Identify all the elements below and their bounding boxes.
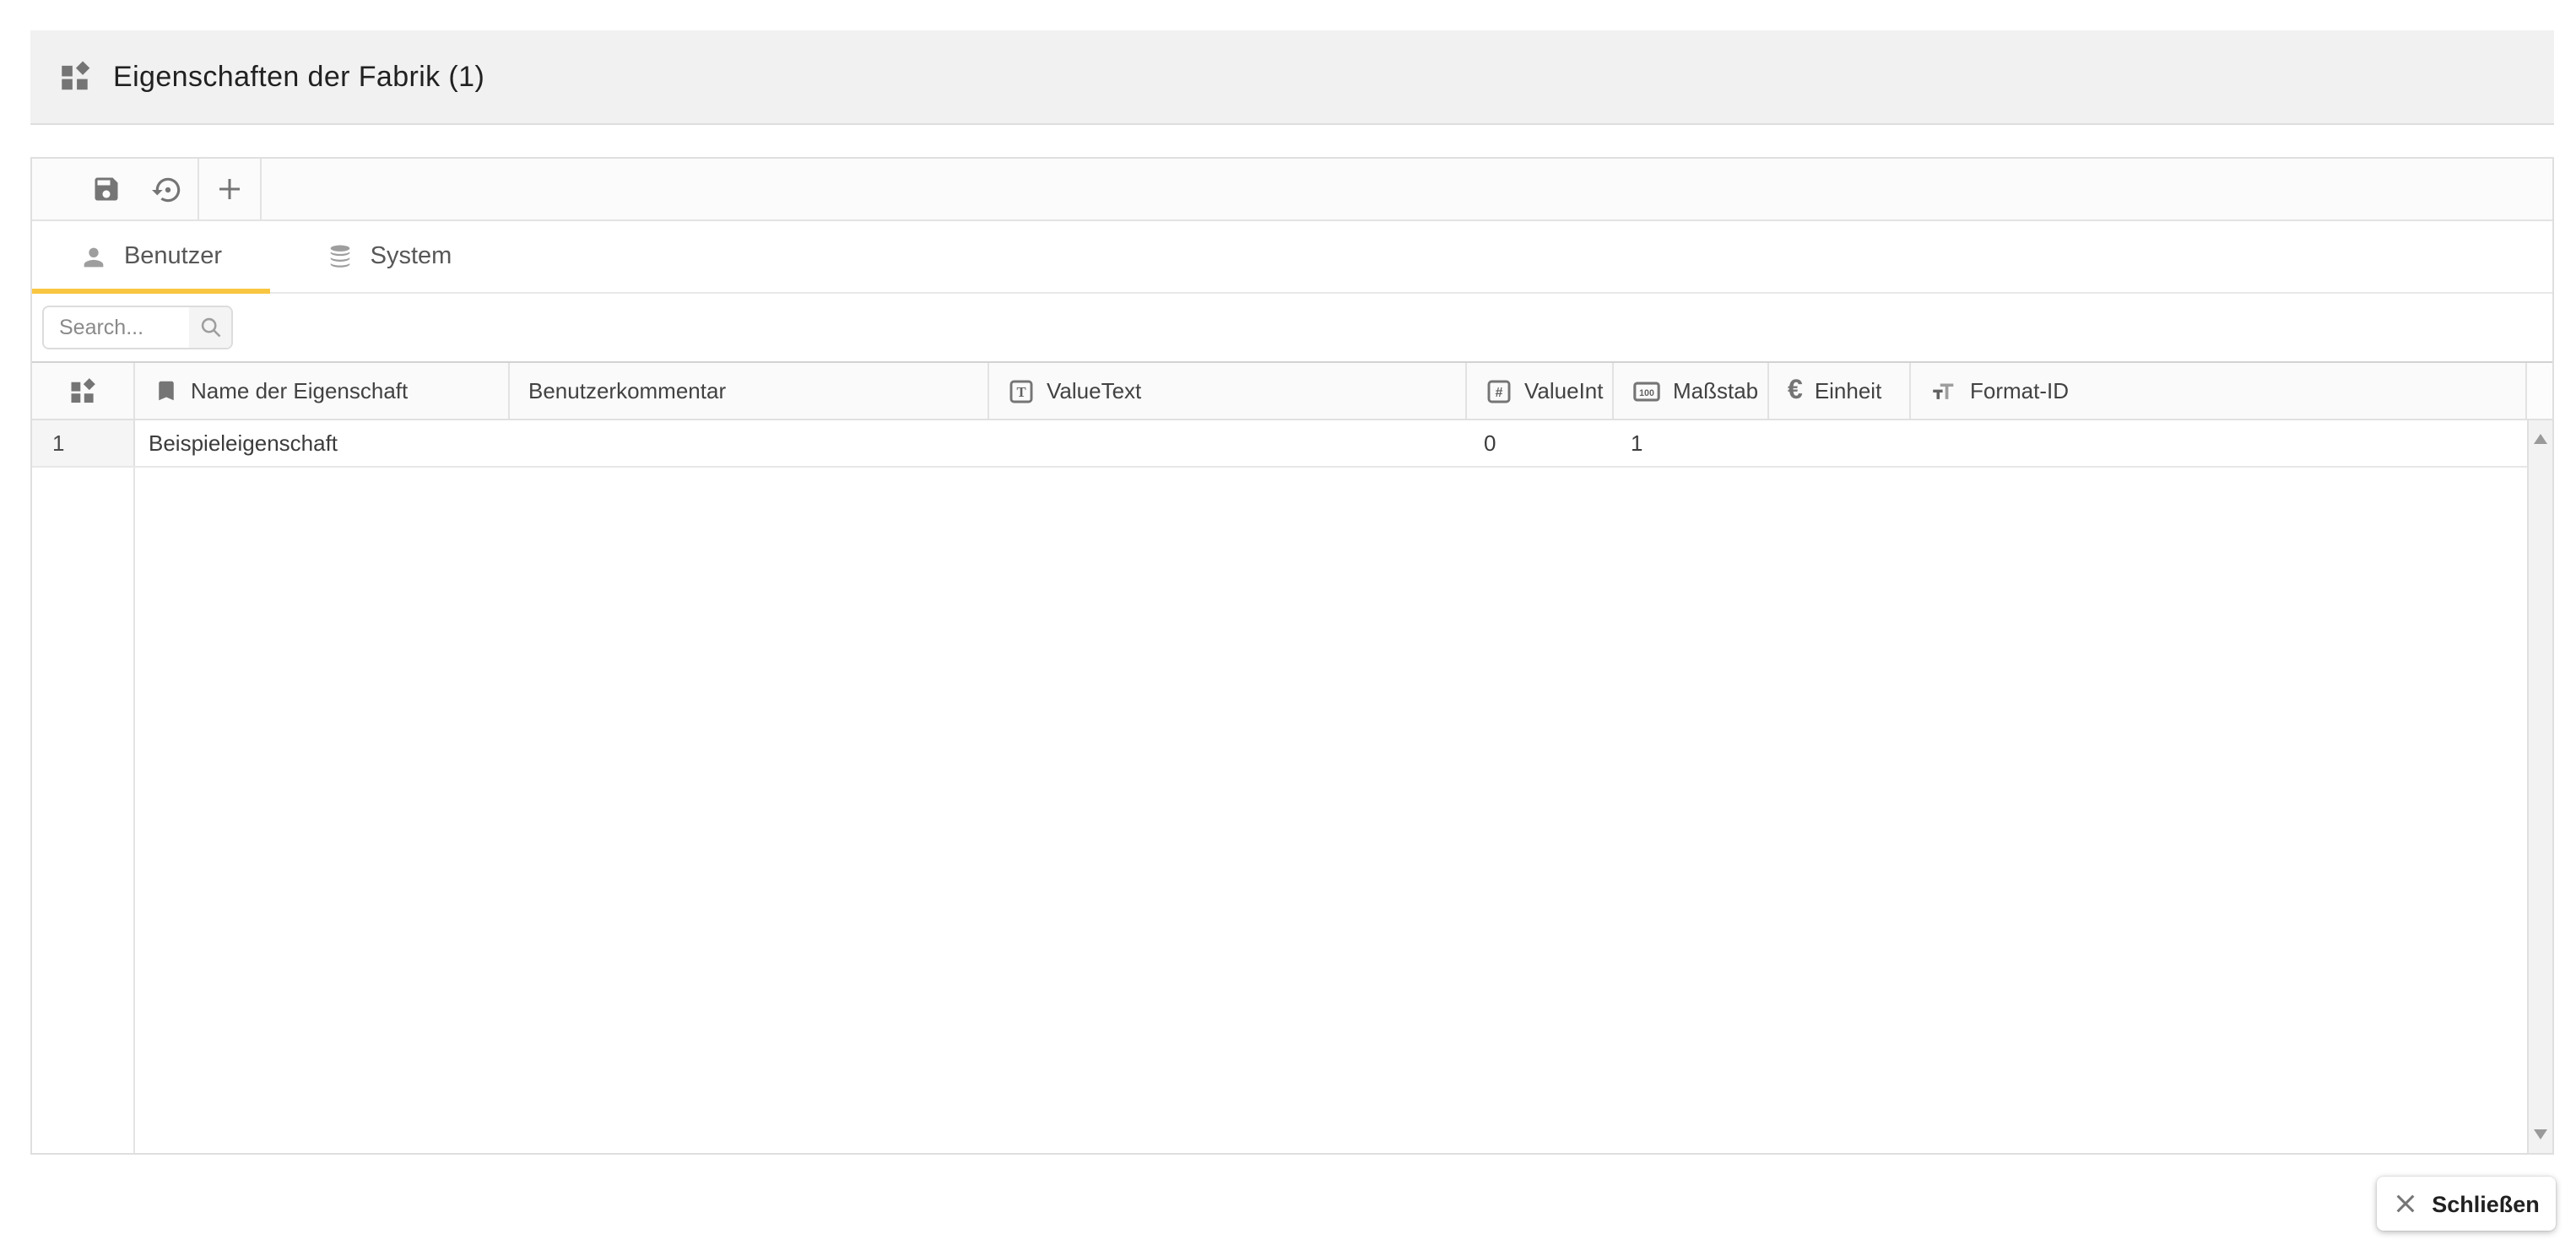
tab-system[interactable]: System	[270, 221, 508, 292]
tab-bar: Benutzer System	[32, 221, 2552, 294]
column-header-einheit[interactable]: € Einheit	[1769, 363, 1911, 419]
row-number-cell: 1	[32, 420, 135, 466]
cell-valueint[interactable]: 0	[1467, 420, 1614, 466]
tab-label: System	[371, 243, 452, 270]
column-header-name[interactable]: Name der Eigenschaft	[135, 363, 510, 419]
properties-panel: Benutzer System	[30, 157, 2554, 1155]
cell-format-id[interactable]	[1911, 420, 2527, 466]
restore-icon	[151, 173, 183, 205]
boxed-hash-icon: #	[1486, 377, 1513, 404]
grid-header-row: Name der Eigenschaft Benutzerkommentar T…	[32, 361, 2552, 420]
save-button[interactable]	[76, 159, 137, 219]
close-button[interactable]: Schließen	[2377, 1177, 2556, 1231]
dashboard-icon	[57, 59, 93, 95]
restore-button[interactable]	[137, 159, 198, 219]
cell-einheit[interactable]	[1769, 420, 1911, 466]
column-label: ValueInt	[1524, 378, 1604, 403]
plus-icon	[214, 174, 245, 204]
search-box	[42, 306, 233, 349]
column-label: ValueText	[1047, 378, 1141, 403]
cell-benutzerkommentar[interactable]	[510, 420, 989, 466]
header-scrollbar-spacer	[2527, 363, 2552, 419]
search-input[interactable]	[44, 307, 189, 348]
eigenschaften-window: Eigenschaften der Fabrik (1)	[0, 0, 2576, 1245]
column-header-massstab[interactable]: 100 Maßstab	[1614, 363, 1769, 419]
database-icon	[327, 242, 355, 271]
column-label: Einheit	[1815, 378, 1882, 403]
column-label: Benutzerkommentar	[528, 378, 726, 403]
tab-label: Benutzer	[124, 243, 222, 270]
toolbar-divider	[260, 159, 262, 219]
svg-text:#: #	[1496, 385, 1503, 399]
page-title: Eigenschaften der Fabrik (1)	[113, 60, 484, 94]
grid-empty-area	[32, 468, 2527, 1153]
svg-text:100: 100	[1639, 387, 1654, 398]
scroll-up-arrow-icon[interactable]	[2534, 434, 2547, 444]
svg-text:T: T	[1016, 383, 1026, 399]
tab-benutzer[interactable]: Benutzer	[32, 221, 270, 292]
app-header-bar: Eigenschaften der Fabrik (1)	[30, 30, 2554, 125]
scroll-down-arrow-icon[interactable]	[2534, 1129, 2547, 1139]
search-button[interactable]	[189, 307, 231, 348]
add-button[interactable]	[199, 159, 260, 219]
row-number-column-background	[32, 468, 135, 1153]
column-header-rownum[interactable]	[32, 363, 135, 419]
dashboard-icon	[68, 376, 98, 406]
column-label: Name der Eigenschaft	[191, 378, 408, 403]
column-label: Maßstab	[1673, 378, 1758, 403]
column-header-valueint[interactable]: # ValueInt	[1467, 363, 1614, 419]
boxed-100-icon: 100	[1632, 377, 1661, 404]
grid-body: 1 Beispieleigenschaft 0 1	[32, 420, 2527, 1153]
euro-icon: €	[1788, 377, 1803, 404]
close-x-icon	[2393, 1192, 2416, 1215]
vertical-scrollbar[interactable]	[2527, 420, 2552, 1153]
table-row[interactable]: 1 Beispieleigenschaft 0 1	[32, 420, 2527, 468]
search-row	[32, 294, 2552, 361]
cell-massstab[interactable]: 1	[1614, 420, 1769, 466]
cell-name[interactable]: Beispieleigenschaft	[135, 420, 510, 466]
column-header-format-id[interactable]: Format-ID	[1911, 363, 2527, 419]
column-header-benutzerkommentar[interactable]: Benutzerkommentar	[510, 363, 989, 419]
save-icon	[91, 174, 122, 204]
cell-valuetext[interactable]	[989, 420, 1467, 466]
column-label: Format-ID	[1970, 378, 2069, 403]
magnifier-icon	[198, 316, 222, 339]
column-header-valuetext[interactable]: T ValueText	[989, 363, 1467, 419]
grid-toolbar	[32, 159, 2552, 221]
bookmark-icon	[154, 378, 179, 403]
close-button-label: Schließen	[2432, 1191, 2540, 1216]
text-format-icon	[1929, 376, 1958, 405]
person-icon	[80, 242, 109, 271]
boxed-t-icon: T	[1008, 377, 1035, 404]
